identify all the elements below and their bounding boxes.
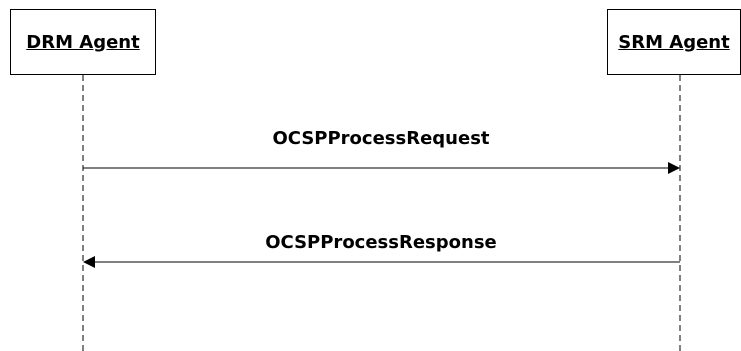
response-arrowhead-icon	[83, 256, 95, 268]
message-label-response: OCSPProcessResponse	[265, 232, 497, 253]
actor-srm-agent-label: SRM Agent	[618, 31, 730, 53]
actor-drm-agent-label: DRM Agent	[26, 31, 140, 53]
message-label-request: OCSPProcessRequest	[272, 128, 490, 149]
sequence-diagram: DRM Agent SRM Agent OCSPProcessRequest O…	[0, 0, 741, 351]
request-arrowhead-icon	[668, 162, 680, 174]
actor-srm-agent: SRM Agent	[607, 9, 741, 75]
actor-drm-agent: DRM Agent	[10, 9, 156, 75]
